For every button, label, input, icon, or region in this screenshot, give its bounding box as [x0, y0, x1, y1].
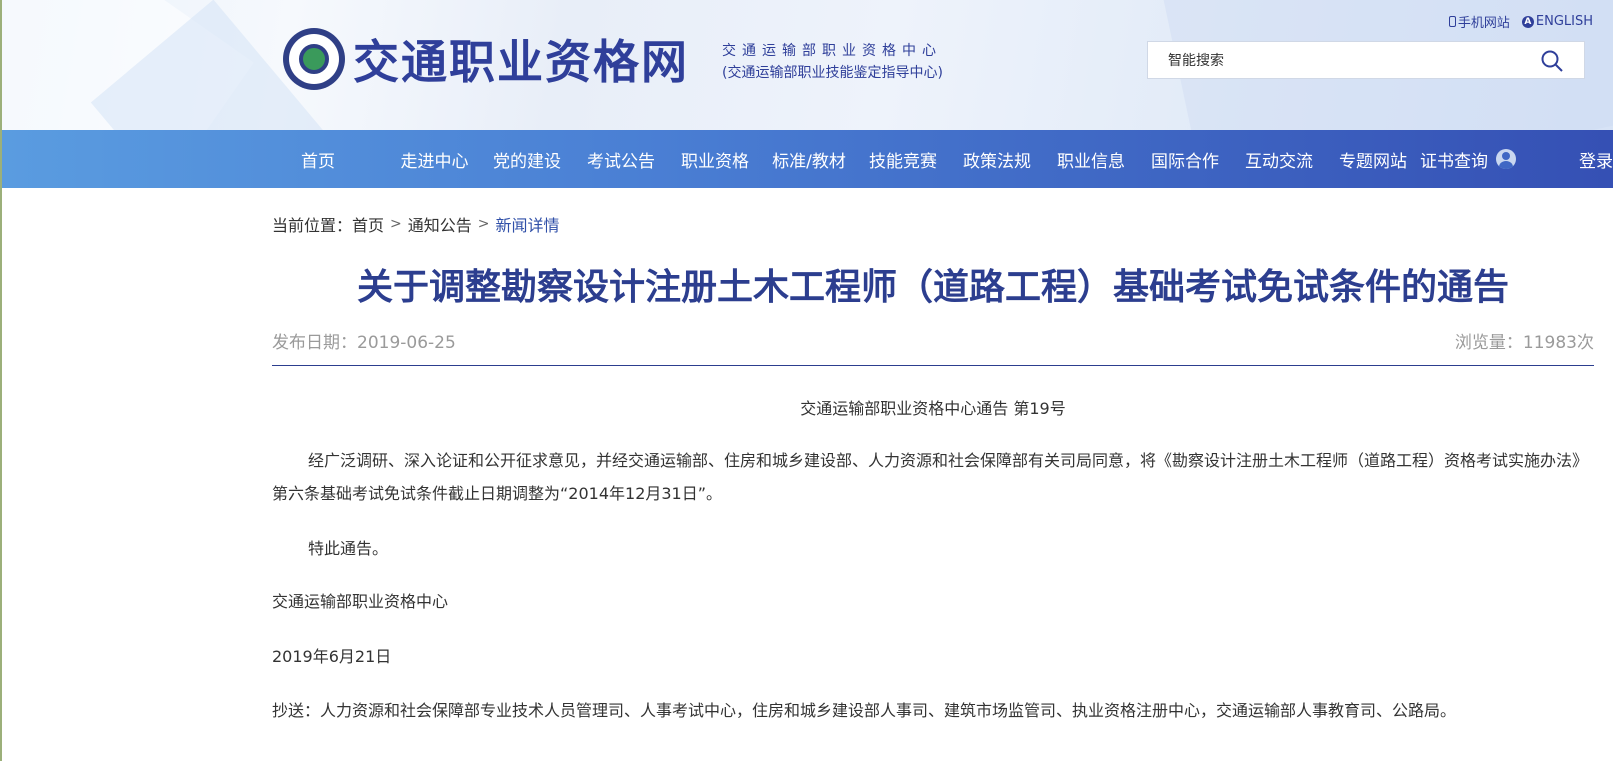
top-links: 手机网站 A ENGLISH: [1448, 12, 1593, 31]
signature-date: 2019年6月21日: [272, 647, 392, 666]
document-number: 交通运输部职业资格中心通告 第19号: [800, 399, 1066, 418]
english-site-link[interactable]: A ENGLISH: [1521, 12, 1593, 31]
signature: 交通运输部职业资格中心: [272, 592, 449, 611]
nav-item-standards[interactable]: 标准/教材: [762, 130, 856, 188]
article-title: 关于调整勘察设计注册土木工程师（道路工程）基础考试免试条件的通告: [356, 267, 1509, 308]
login-link[interactable]: 登录: [1516, 130, 1613, 188]
org-subtitle: (交通运输部职业技能鉴定指导中心): [722, 65, 943, 81]
english-icon: A: [1521, 15, 1534, 28]
search-box: [1147, 41, 1585, 79]
nav-item-certificate[interactable]: 证书查询: [1420, 130, 1516, 188]
site-title[interactable]: 交通职业资格网: [353, 26, 689, 92]
nav-item-occupation[interactable]: 职业信息: [1044, 130, 1138, 188]
breadcrumb: 当前位置： 首页 > 通知公告 > 新闻详情: [272, 212, 560, 236]
mobile-site-link[interactable]: 手机网站: [1448, 12, 1510, 31]
site-header: 交通职业资格网 交通运输部职业资格中心 (交通运输部职业技能鉴定指导中心) 手机…: [0, 0, 1613, 130]
site-logo-icon[interactable]: [283, 28, 345, 90]
nav-item-about[interactable]: 走进中心: [353, 130, 480, 188]
search-input[interactable]: [1168, 50, 1508, 72]
nav-item-policy[interactable]: 政策法规: [950, 130, 1044, 188]
article-paragraph: 特此通告。: [308, 539, 389, 558]
view-count: 浏览量：11983次: [1454, 333, 1594, 353]
title-divider: [272, 365, 1594, 366]
breadcrumb-section[interactable]: 通知公告: [408, 212, 472, 236]
nav-item-special-sites[interactable]: 专题网站: [1326, 130, 1420, 188]
page: 交通职业资格网 交通运输部职业资格中心 (交通运输部职业技能鉴定指导中心) 手机…: [0, 0, 1613, 761]
user-icon: [1496, 149, 1516, 169]
phone-icon: [1448, 16, 1456, 27]
breadcrumb-current[interactable]: 新闻详情: [496, 212, 560, 236]
nav-item-exam-notice[interactable]: 考试公告: [574, 130, 668, 188]
breadcrumb-home[interactable]: 首页: [352, 212, 384, 236]
nav-item-party[interactable]: 党的建设: [480, 130, 574, 188]
cc-list: 抄送：人力资源和社会保障部专业技术人员管理司、人事考试中心，住房和城乡建设部人事…: [272, 701, 1457, 720]
nav-item-qualification[interactable]: 职业资格: [668, 130, 762, 188]
nav-item-competition[interactable]: 技能竞赛: [856, 130, 950, 188]
article-meta: 发布日期：2019-06-25 浏览量：11983次: [272, 328, 1594, 353]
publish-date: 发布日期：2019-06-25: [272, 333, 456, 353]
nav-item-international[interactable]: 国际合作: [1138, 130, 1232, 188]
nav-item-interaction[interactable]: 互动交流: [1232, 130, 1326, 188]
main-nav: 首页 走进中心 党的建设 考试公告 职业资格 标准/教材 技能竞赛 政策法规 职…: [0, 130, 1613, 188]
nav-item-home[interactable]: 首页: [283, 130, 353, 188]
org-name: 交通运输部职业资格中心: [722, 43, 942, 59]
article-paragraph: 经广泛调研、深入论证和公开征求意见，并经交通运输部、住房和城乡建设部、人力资源和…: [272, 451, 1589, 503]
search-icon[interactable]: [1540, 49, 1564, 73]
